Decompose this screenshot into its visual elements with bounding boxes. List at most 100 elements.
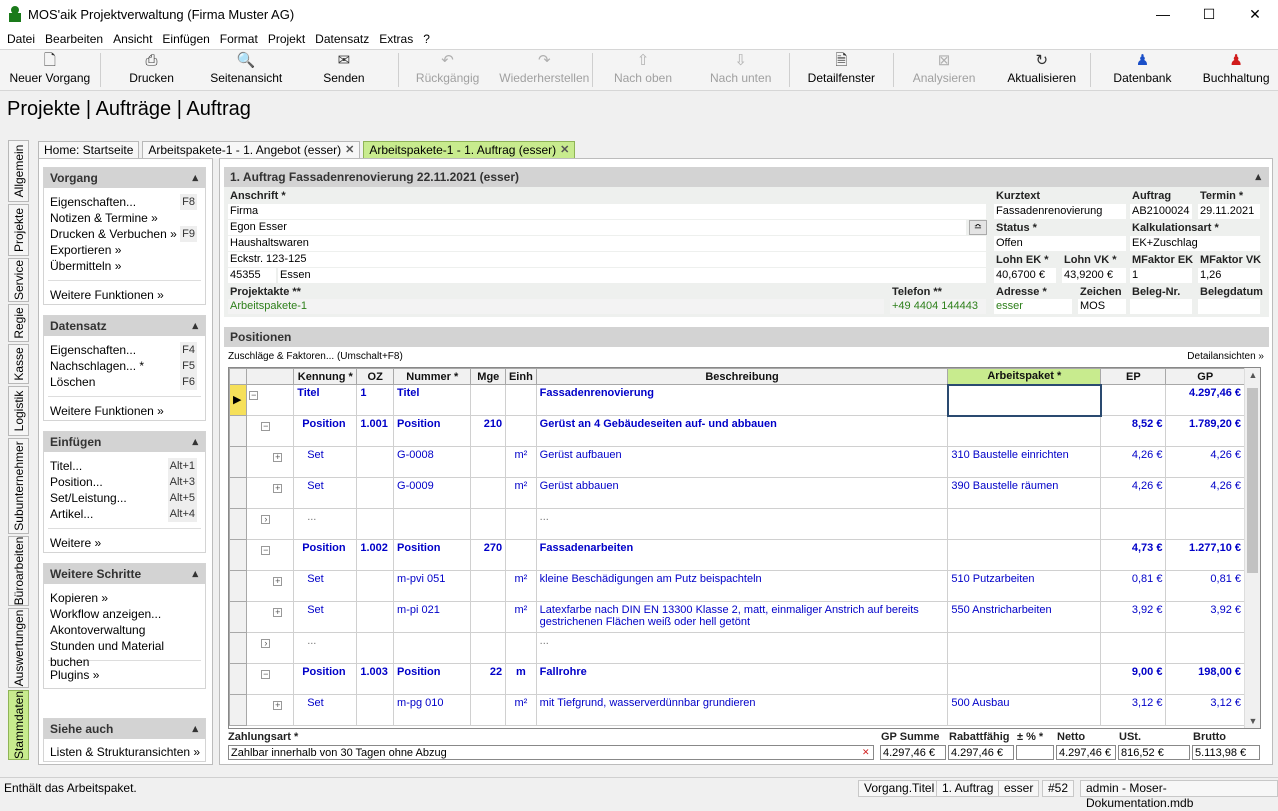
- vtab-projekte[interactable]: Projekte: [8, 204, 29, 256]
- row-selector[interactable]: [229, 570, 248, 602]
- cell-nummer[interactable]: m-pi 021: [393, 601, 472, 633]
- detail-views-link[interactable]: Detailansichten »: [1187, 351, 1264, 362]
- cell-oz[interactable]: 1.003: [356, 663, 395, 695]
- cell-oz[interactable]: [356, 570, 395, 602]
- cell-nummer[interactable]: [393, 508, 472, 540]
- panel-header[interactable]: Weitere Schritte: [44, 564, 205, 584]
- cell-gp[interactable]: 4,26 €: [1165, 446, 1245, 478]
- cell-kennung[interactable]: Position: [293, 663, 358, 695]
- cell-kennung[interactable]: Position: [293, 415, 358, 447]
- status-field[interactable]: Offen: [994, 236, 1126, 251]
- menu-datensatz[interactable]: Datensatz: [310, 32, 374, 46]
- cell-kennung[interactable]: Set: [293, 694, 358, 726]
- cell-einh[interactable]: [505, 508, 537, 540]
- cell-mge[interactable]: [470, 570, 507, 602]
- column-header[interactable]: EP: [1100, 368, 1167, 385]
- link-insert-set[interactable]: Set/Leistung... Alt+5: [44, 490, 205, 506]
- close-icon[interactable]: ✕: [1232, 0, 1278, 28]
- cell-gp[interactable]: 3,92 €: [1165, 601, 1245, 633]
- cell-einh[interactable]: [505, 415, 537, 447]
- cell-ep[interactable]: [1100, 632, 1167, 664]
- table-row[interactable]: + Set m-pi 021 m² Latexfarbe nach DIN EN 133…: [229, 601, 1245, 633]
- column-header[interactable]: Nummer *: [393, 368, 472, 385]
- cell-einh[interactable]: m²: [505, 477, 537, 509]
- row-selector[interactable]: [229, 663, 248, 695]
- expand-icon[interactable]: +: [273, 453, 283, 462]
- cell-nummer[interactable]: [393, 632, 472, 664]
- link-loeschen[interactable]: Löschen F6: [44, 374, 205, 390]
- move-up-button[interactable]: ⇧ Nach oben: [593, 50, 693, 90]
- cell-apk[interactable]: [947, 663, 1102, 695]
- cell-oz[interactable]: [356, 632, 395, 664]
- row-selector[interactable]: [229, 508, 248, 540]
- cell-einh[interactable]: m²: [505, 446, 537, 478]
- cell-gp[interactable]: 1.789,20 €: [1165, 415, 1245, 447]
- cell-einh[interactable]: [505, 632, 537, 664]
- panel-header[interactable]: Siehe auch: [44, 719, 205, 739]
- cell-ep[interactable]: 0,81 €: [1100, 570, 1167, 602]
- send-button[interactable]: ✉ Senden: [290, 50, 398, 90]
- cell-gp[interactable]: 0,81 €: [1165, 570, 1245, 602]
- vtab-allgemein[interactable]: Allgemein: [8, 140, 29, 202]
- cell-mge[interactable]: 22: [470, 663, 507, 695]
- tree-cell[interactable]: −: [246, 539, 295, 571]
- row-selector[interactable]: [229, 694, 248, 726]
- address-line-3[interactable]: Haushaltswaren: [228, 236, 986, 251]
- cell-ep[interactable]: [1100, 508, 1167, 540]
- cell-nummer[interactable]: G-0008: [393, 446, 472, 478]
- cell-beschreibung[interactable]: Fassadenarbeiten: [535, 539, 949, 571]
- panel-header[interactable]: Datensatz: [44, 316, 205, 336]
- close-tab-icon[interactable]: ✕: [560, 142, 569, 158]
- table-row[interactable]: ›......: [229, 508, 1245, 540]
- link-insert-position[interactable]: Position... Alt+3: [44, 474, 205, 490]
- vtab-bueroarbeiten[interactable]: Büroarbeiten: [8, 536, 29, 606]
- tree-cell[interactable]: +: [246, 477, 295, 509]
- cell-gp[interactable]: [1165, 508, 1245, 540]
- cell-mge[interactable]: 270: [470, 539, 507, 571]
- vtab-service[interactable]: Service: [8, 258, 29, 302]
- cell-apk[interactable]: [947, 415, 1102, 447]
- move-down-button[interactable]: ⇩ Nach unten: [693, 50, 789, 90]
- database-button[interactable]: ♟ Datenbank: [1091, 50, 1195, 90]
- tree-cell[interactable]: −: [246, 415, 295, 447]
- tree-cell[interactable]: ›: [246, 632, 295, 664]
- column-header[interactable]: OZ: [356, 368, 395, 385]
- cell-ep[interactable]: 4,26 €: [1100, 446, 1167, 478]
- due-date-field[interactable]: 29.11.2021: [1198, 204, 1260, 219]
- cell-ep[interactable]: 9,00 €: [1100, 663, 1167, 695]
- expand-icon[interactable]: +: [273, 577, 283, 586]
- link-plugins[interactable]: Plugins »: [44, 667, 205, 683]
- cell-beschreibung[interactable]: Gerüst abbauen: [535, 477, 949, 509]
- table-row[interactable]: + Set m-pg 010 m² mit Tiefgrund, wasserverdü…: [229, 694, 1245, 726]
- column-header[interactable]: Beschreibung: [535, 368, 949, 385]
- cell-oz[interactable]: [356, 508, 395, 540]
- table-row[interactable]: − Position 1.003 Position 22 m Fallrohre 9,00 €…: [229, 663, 1245, 695]
- cell-beschreibung[interactable]: Latexfarbe nach DIN EN 13300 Klasse 2, m…: [535, 601, 949, 633]
- cell-gp[interactable]: 3,12 €: [1165, 694, 1245, 726]
- link-notizen[interactable]: Notizen & Termine »: [44, 210, 205, 226]
- detail-window-button[interactable]: 🗎 Detailfenster: [790, 50, 894, 90]
- wage-vk-field[interactable]: 43,9200 €: [1062, 268, 1126, 283]
- row-selector[interactable]: [229, 446, 248, 478]
- cell-oz[interactable]: 1: [356, 384, 395, 416]
- cell-gp[interactable]: [1165, 632, 1245, 664]
- tree-cell[interactable]: ›: [246, 508, 295, 540]
- scroll-thumb[interactable]: [1247, 388, 1258, 573]
- address-line-2[interactable]: Egon Esser: [228, 220, 966, 235]
- address-lookup-icon[interactable]: ≏: [969, 220, 987, 235]
- address-key-field[interactable]: esser: [994, 299, 1072, 314]
- cell-apk[interactable]: [947, 508, 1102, 540]
- cell-beschreibung[interactable]: ...: [535, 508, 949, 540]
- tree-cell[interactable]: +: [246, 446, 295, 478]
- document-date-field[interactable]: [1198, 299, 1260, 314]
- cell-beschreibung[interactable]: Gerüst aufbauen: [535, 446, 949, 478]
- cell-apk[interactable]: 510 Putzarbeiten: [947, 570, 1102, 602]
- minimize-icon[interactable]: —: [1140, 0, 1186, 28]
- cell-ep[interactable]: 4,26 €: [1100, 477, 1167, 509]
- link-kopieren[interactable]: Kopieren »: [44, 590, 205, 606]
- cell-gp[interactable]: 1.277,10 €: [1165, 539, 1245, 571]
- doc-tab-home[interactable]: Home: Startseite: [38, 141, 140, 158]
- cell-oz[interactable]: [356, 601, 395, 633]
- refresh-button[interactable]: ↻ Aktualisieren: [994, 50, 1090, 90]
- cell-einh[interactable]: m²: [505, 694, 537, 726]
